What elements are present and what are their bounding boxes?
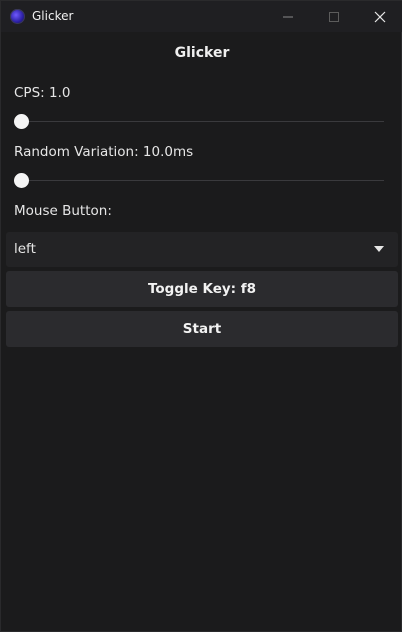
minimize-button[interactable] <box>265 1 311 32</box>
cps-slider-thumb[interactable] <box>14 114 29 129</box>
window-title: Glicker <box>32 9 74 23</box>
app-window: Glicker Glicker CPS: 1.0 Random Variatio… <box>0 0 402 632</box>
random-variation-slider-thumb[interactable] <box>14 173 29 188</box>
cps-slider[interactable] <box>14 114 384 130</box>
mouse-button-label: Mouse Button: <box>14 203 112 219</box>
toggle-key-button[interactable]: Toggle Key: f8 <box>6 271 398 307</box>
cps-label: CPS: 1.0 <box>14 85 71 101</box>
maximize-button[interactable] <box>311 1 357 32</box>
close-button[interactable] <box>357 1 402 32</box>
page-title: Glicker <box>174 45 230 61</box>
close-icon <box>374 11 386 23</box>
start-button[interactable]: Start <box>6 311 398 347</box>
maximize-icon <box>329 12 339 22</box>
cps-slider-track[interactable] <box>14 121 384 122</box>
caret-down-icon <box>374 246 384 252</box>
mouse-button-selected-value: left <box>14 241 36 257</box>
app-icon <box>10 9 25 24</box>
minimize-icon <box>283 16 293 18</box>
random-variation-slider-track[interactable] <box>14 180 384 181</box>
random-variation-slider[interactable] <box>14 173 384 189</box>
mouse-button-dropdown[interactable]: left <box>6 232 398 267</box>
title-bar[interactable]: Glicker <box>1 1 402 32</box>
random-variation-label: Random Variation: 10.0ms <box>14 144 194 160</box>
